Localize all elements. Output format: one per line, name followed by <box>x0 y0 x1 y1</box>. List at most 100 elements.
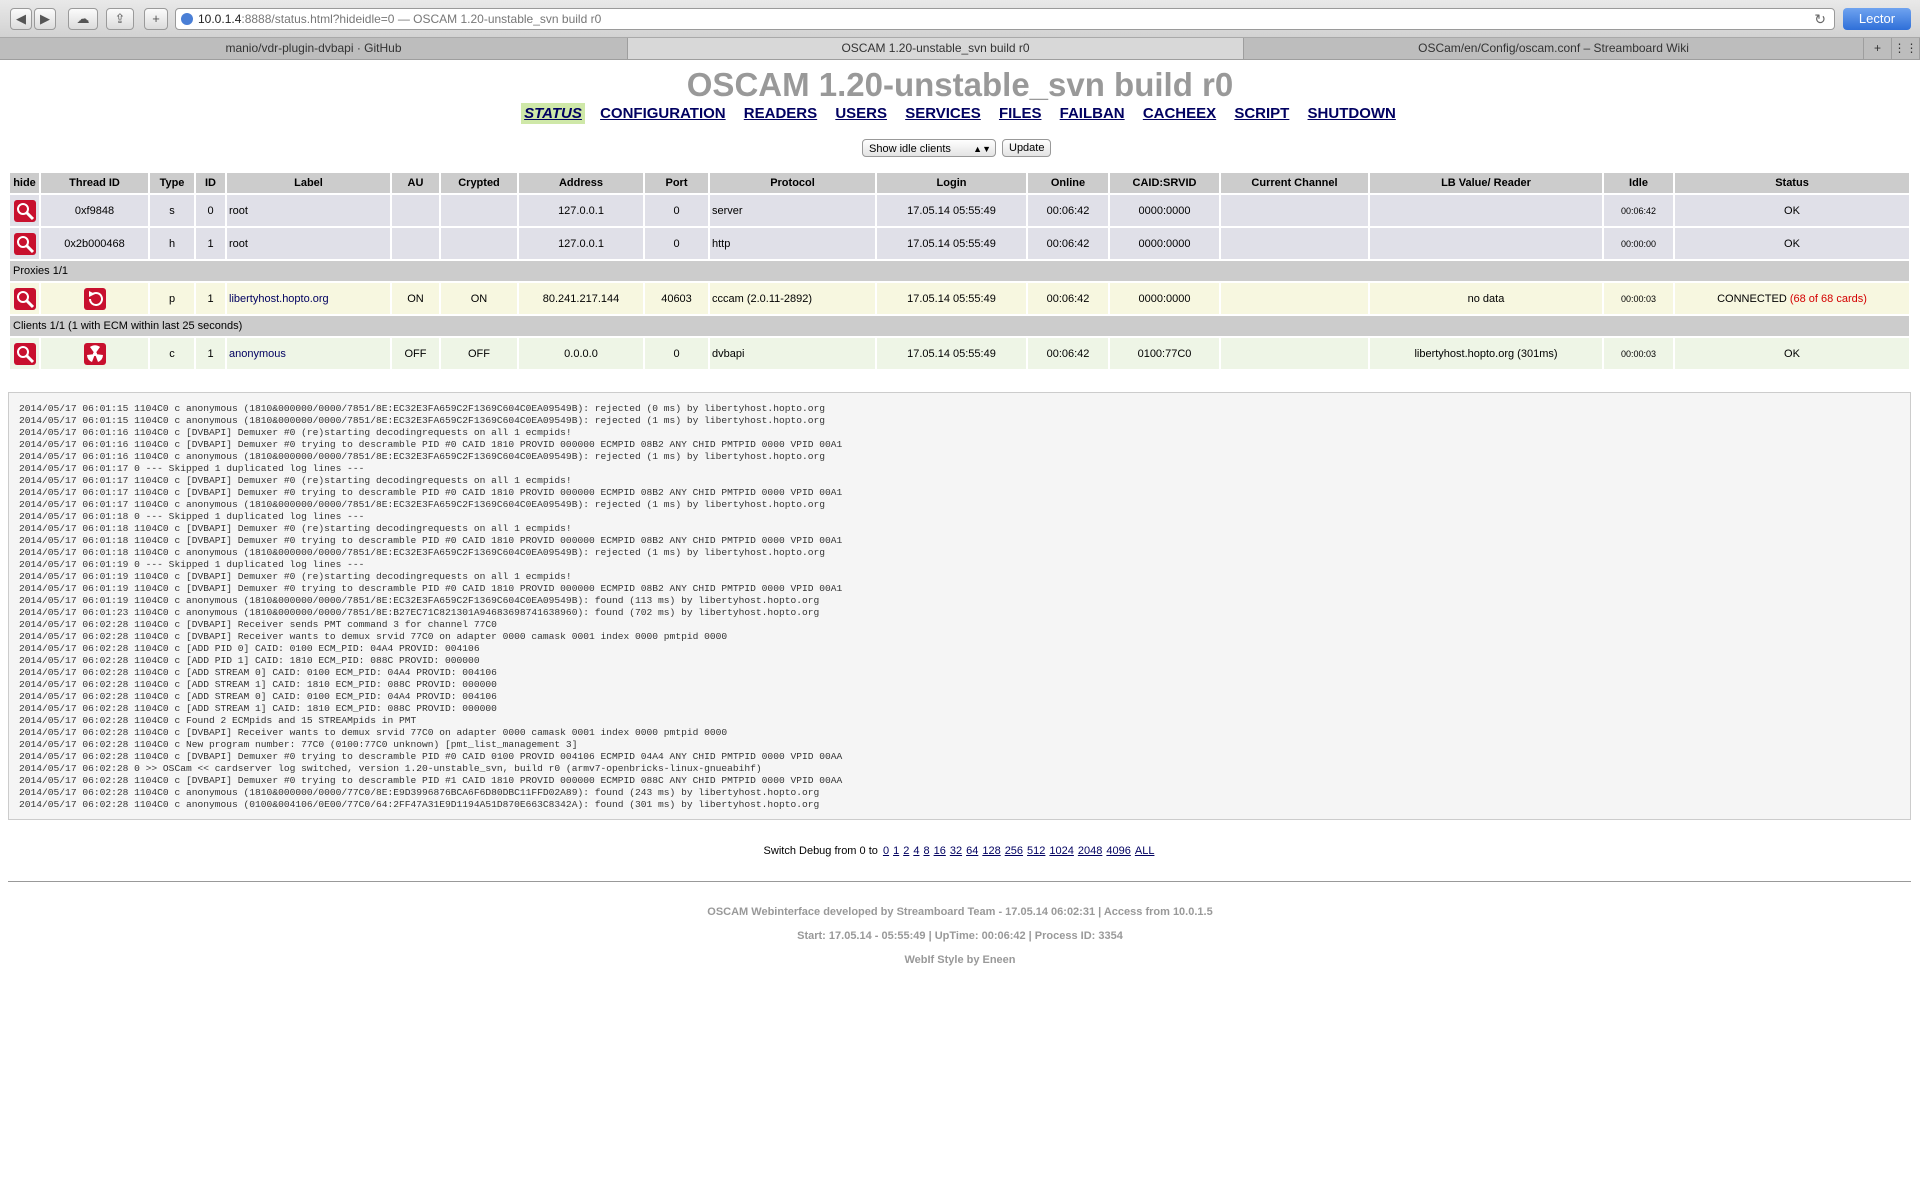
cards-count: (68 of 68 cards) <box>1789 292 1867 305</box>
new-tab-icon[interactable]: + <box>1864 38 1892 59</box>
col-login: Login <box>877 173 1026 193</box>
crypted-cell <box>441 228 517 259</box>
nav-services[interactable]: SERVICES <box>902 103 984 124</box>
address-bar[interactable]: 10.0.1.4:8888/status.html?hideidle=0 — O… <box>175 8 1835 30</box>
au-cell: OFF <box>392 338 439 369</box>
debug-level-link[interactable]: 2 <box>903 845 909 857</box>
nav-failban[interactable]: FAILBAN <box>1057 103 1128 124</box>
reload-icon[interactable]: ↻ <box>1814 9 1826 29</box>
kill-cell <box>41 338 148 369</box>
type-cell: h <box>150 228 194 259</box>
debug-level-link[interactable]: 0 <box>883 845 889 857</box>
status-cell: OK <box>1675 195 1909 226</box>
nav-files[interactable]: FILES <box>996 103 1045 124</box>
log-line: 2014/05/17 06:01:18 1104C0 c [DVBAPI] De… <box>19 523 572 534</box>
crypted-cell <box>441 195 517 226</box>
idle-cell: 00:00:03 <box>1604 338 1673 369</box>
au-cell: ON <box>392 283 439 314</box>
id-cell: 1 <box>196 228 225 259</box>
log-line: 2014/05/17 06:02:28 1104C0 c Found 2 ECM… <box>19 715 417 726</box>
debug-level-link[interactable]: 512 <box>1027 845 1045 857</box>
tab-oscam[interactable]: OSCAM 1.20-unstable_svn build r0 <box>628 38 1244 59</box>
clients-section-row: Clients 1/1 (1 with ECM within last 25 s… <box>10 316 1909 336</box>
update-button[interactable]: Update <box>1002 139 1052 157</box>
proxies-section-row: Proxies 1/1 <box>10 261 1909 281</box>
nav-users[interactable]: USERS <box>832 103 890 124</box>
log-line: 2014/05/17 06:02:28 1104C0 c [ADD STREAM… <box>19 703 497 714</box>
col-caid-srvid: CAID:SRVID <box>1110 173 1219 193</box>
log-line: 2014/05/17 06:02:28 1104C0 c [DVBAPI] Re… <box>19 631 728 642</box>
online-cell: 00:06:42 <box>1028 283 1108 314</box>
nav-script[interactable]: SCRIPT <box>1231 103 1292 124</box>
debug-level-link[interactable]: 1024 <box>1049 845 1073 857</box>
radiation-icon[interactable] <box>83 342 106 365</box>
debug-level-link[interactable]: 8 <box>923 845 929 857</box>
nav-readers[interactable]: READERS <box>741 103 820 124</box>
client-filter: Show idle clients ▲▼ Update <box>862 139 1052 157</box>
col-type: Type <box>150 173 194 193</box>
nav-status[interactable]: STATUS <box>521 103 585 124</box>
debug-level-link[interactable]: 1 <box>893 845 899 857</box>
online-cell: 00:06:42 <box>1028 228 1108 259</box>
tab-overview-icon[interactable]: ⋮⋮ <box>1892 38 1920 59</box>
share-icon[interactable]: ⇪ <box>106 8 134 30</box>
crypted-cell: OFF <box>441 338 517 369</box>
cloud-icon[interactable]: ☁ <box>68 8 98 30</box>
back-button[interactable]: ◀ <box>10 8 32 30</box>
col-address: Address <box>519 173 643 193</box>
label-cell: root <box>227 195 390 226</box>
globe-icon <box>181 13 193 25</box>
log-line: 2014/05/17 06:01:15 1104C0 c anonymous (… <box>19 403 826 414</box>
idle-clients-select[interactable]: Show idle clients ▲▼ <box>862 139 996 157</box>
nav-configuration[interactable]: CONFIGURATION <box>597 103 729 124</box>
col-au: AU <box>392 173 439 193</box>
caid-cell: 0000:0000 <box>1110 195 1219 226</box>
online-cell: 00:06:42 <box>1028 195 1108 226</box>
log-line: 2014/05/17 06:02:28 1104C0 c [ADD STREAM… <box>19 679 497 690</box>
nav-cacheex[interactable]: CACHEEX <box>1140 103 1219 124</box>
debug-level-link[interactable]: 32 <box>950 845 962 857</box>
debug-level-link[interactable]: 4096 <box>1106 845 1130 857</box>
log-line: 2014/05/17 06:01:18 1104C0 c anonymous (… <box>19 547 826 558</box>
add-tab-button[interactable]: + <box>144 8 168 30</box>
address-cell: 0.0.0.0 <box>519 338 643 369</box>
select-arrows-icon: ▲▼ <box>973 144 991 154</box>
magnifier-icon[interactable] <box>13 287 36 310</box>
debug-level-link[interactable]: ALL <box>1135 845 1155 857</box>
idle-cell: 00:00:00 <box>1604 228 1673 259</box>
col-current-channel: Current Channel <box>1221 173 1368 193</box>
id-cell: 1 <box>196 338 225 369</box>
log-line: 2014/05/17 06:01:15 1104C0 c anonymous (… <box>19 415 826 426</box>
debug-level-link[interactable]: 64 <box>966 845 978 857</box>
live-log: 2014/05/17 06:01:15 1104C0 c anonymous (… <box>8 392 1911 820</box>
lb-cell <box>1370 228 1602 259</box>
type-cell: c <box>150 338 194 369</box>
proxy-label-link[interactable]: libertyhost.hopto.org <box>229 293 329 305</box>
debug-level-link[interactable]: 256 <box>1005 845 1023 857</box>
magnifier-icon[interactable] <box>13 199 36 222</box>
nav-shutdown[interactable]: SHUTDOWN <box>1305 103 1399 124</box>
log-line: 2014/05/17 06:01:23 1104C0 c anonymous (… <box>19 607 820 618</box>
reader-button[interactable]: Lector <box>1843 8 1911 30</box>
table-row: c 1 anonymous OFF OFF 0.0.0.0 0 dvbapi 1… <box>10 338 1909 369</box>
port-cell: 0 <box>645 195 708 226</box>
channel-cell <box>1221 283 1368 314</box>
magnifier-icon[interactable] <box>13 342 36 365</box>
lb-cell: no data <box>1370 283 1602 314</box>
magnifier-icon[interactable] <box>13 232 36 255</box>
type-cell: s <box>150 195 194 226</box>
page-title: OSCAM 1.20-unstable_svn build r0 <box>686 66 1234 103</box>
tab-wiki[interactable]: OSCam/en/Config/oscam.conf – Streamboard… <box>1244 38 1864 59</box>
log-line: 2014/05/17 06:02:28 1104C0 c New program… <box>19 739 578 750</box>
restart-icon[interactable] <box>83 287 106 310</box>
hide-cell <box>10 228 39 259</box>
debug-level-link[interactable]: 4 <box>913 845 919 857</box>
debug-level-link[interactable]: 16 <box>934 845 946 857</box>
tab-github[interactable]: manio/vdr-plugin-dvbapi · GitHub <box>0 38 628 59</box>
debug-level-link[interactable]: 2048 <box>1078 845 1102 857</box>
debug-level-link[interactable]: 128 <box>982 845 1000 857</box>
table-row: p 1 libertyhost.hopto.org ON ON 80.241.2… <box>10 283 1909 314</box>
status-cell: OK <box>1675 228 1909 259</box>
forward-button[interactable]: ▶ <box>34 8 56 30</box>
client-label-link[interactable]: anonymous <box>229 348 286 360</box>
